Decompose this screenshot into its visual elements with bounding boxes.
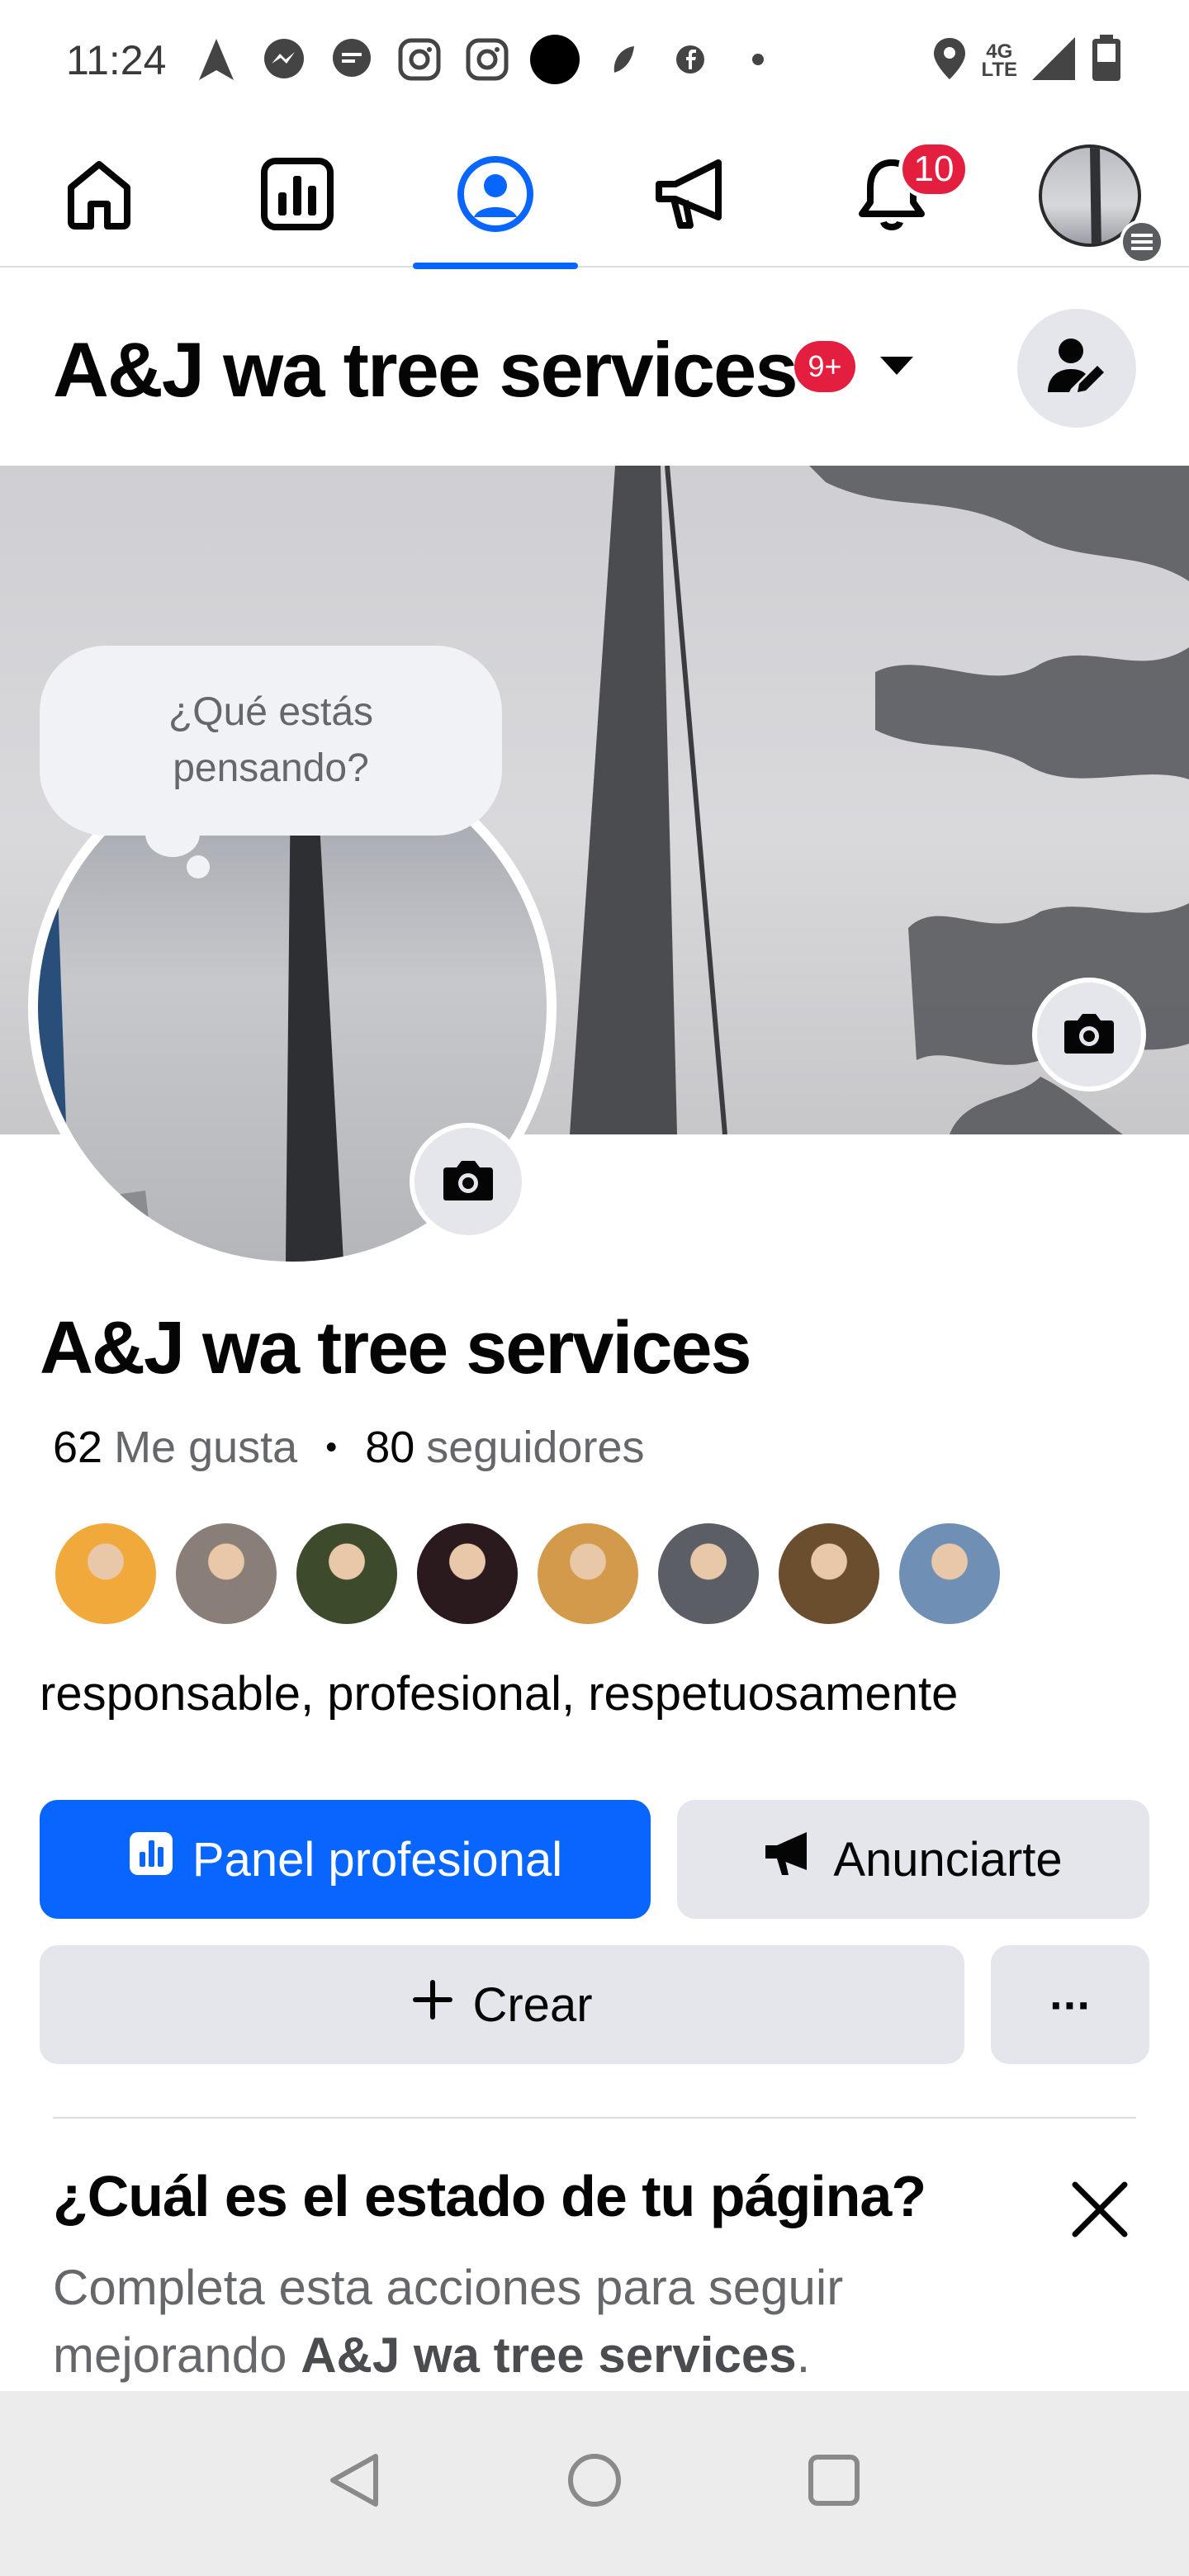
- page-switcher-title[interactable]: A&J wa tree services: [53, 325, 798, 414]
- page-name: A&J wa tree services: [40, 1307, 752, 1390]
- follower-avatar[interactable]: [173, 1521, 279, 1627]
- status-bar: 11:24 4G LTE: [0, 0, 1189, 124]
- professional-dashboard-label: Panel profesional: [192, 1832, 563, 1887]
- separator-dot: •: [325, 1428, 338, 1466]
- signal-icon: [1030, 36, 1077, 86]
- nav-advertise[interactable]: [611, 124, 776, 268]
- page-header: A&J wa tree services: [0, 269, 1189, 466]
- menu-icon: [1120, 220, 1164, 264]
- back-button[interactable]: [314, 2441, 396, 2523]
- leaf-icon: [598, 35, 647, 84]
- follower-avatar[interactable]: [656, 1521, 761, 1627]
- advertise-label: Anunciarte: [833, 1832, 1063, 1887]
- nav-home[interactable]: [17, 124, 182, 268]
- system-icons: 4G LTE: [931, 35, 1123, 87]
- recents-square-icon: [807, 2453, 861, 2512]
- follower-avatar[interactable]: [776, 1521, 882, 1627]
- back-triangle-icon: [326, 2451, 384, 2513]
- follower-avatar[interactable]: [897, 1521, 1002, 1627]
- camera-icon: [442, 1158, 495, 1206]
- black-dot-icon: [530, 35, 580, 84]
- professional-dashboard-button[interactable]: Panel profesional: [40, 1800, 651, 1919]
- recents-button[interactable]: [793, 2441, 875, 2523]
- more-icon: ···: [1049, 1978, 1092, 2031]
- network-type: 4G LTE: [981, 41, 1017, 81]
- small-dot-icon: [733, 35, 783, 84]
- instagram-icon: [395, 35, 444, 84]
- follower-avatars[interactable]: [53, 1521, 1002, 1627]
- advertise-button[interactable]: Anunciarte: [677, 1800, 1149, 1919]
- page-status-title: ¿Cuál es el estado de tu página?: [53, 2164, 926, 2228]
- camera-icon: [1063, 1011, 1116, 1059]
- likes-label: Me gusta: [114, 1423, 298, 1472]
- user-edit-icon: [1045, 334, 1109, 403]
- system-navigation-bar: [0, 2391, 1189, 2576]
- status-desc-suffix: .: [796, 2327, 811, 2383]
- page-bio: responsable, profesional, respetuosament…: [40, 1667, 959, 1721]
- edit-cover-button[interactable]: [1032, 978, 1146, 1091]
- followers-label: seguidores: [426, 1423, 645, 1472]
- home-circle-icon: [566, 2451, 623, 2513]
- status-desc-page-name: A&J wa tree services: [301, 2327, 797, 2383]
- chevron-down-icon[interactable]: [880, 357, 913, 375]
- whats-on-your-mind-bubble[interactable]: ¿Qué estás pensando?: [40, 646, 502, 836]
- nav-profile[interactable]: [413, 124, 578, 269]
- close-icon: [1070, 2180, 1130, 2243]
- notification-badge: 10: [898, 140, 969, 198]
- nav-notifications[interactable]: 10: [809, 124, 974, 268]
- create-button[interactable]: Crear: [40, 1945, 964, 2064]
- facebook-icon: [666, 35, 715, 84]
- instagram-icon: [462, 35, 512, 84]
- dashboard-icon: [128, 1830, 174, 1888]
- dashboard-icon: [258, 154, 337, 238]
- follower-avatar[interactable]: [535, 1521, 641, 1627]
- create-label: Crear: [472, 1977, 593, 2032]
- page-notification-badge: 9+: [794, 341, 855, 392]
- messenger-icon: [259, 35, 309, 84]
- battery-icon: [1090, 35, 1123, 87]
- page-stats[interactable]: 62 Me gusta • 80 seguidores: [53, 1422, 644, 1473]
- thought-dot: [145, 811, 200, 857]
- more-options-button[interactable]: ···: [991, 1945, 1149, 2064]
- notification-icons: [192, 35, 783, 84]
- navigation-arrow-icon: [192, 35, 241, 84]
- nav-account[interactable]: [1007, 124, 1172, 268]
- home-icon: [59, 154, 139, 238]
- megaphone-icon: [764, 1830, 815, 1888]
- edit-profile-photo-button[interactable]: [410, 1123, 527, 1240]
- followers-count: 80: [365, 1423, 415, 1472]
- close-button[interactable]: [1065, 2176, 1135, 2246]
- divider: [53, 2117, 1136, 2119]
- likes-count: 62: [53, 1423, 103, 1472]
- follower-avatar[interactable]: [53, 1521, 159, 1627]
- message-bubble-icon: [327, 35, 377, 84]
- megaphone-icon: [652, 154, 735, 238]
- profile-icon: [456, 154, 535, 238]
- location-pin-icon: [931, 36, 968, 85]
- plus-icon: [411, 1977, 454, 2033]
- thought-dot: [187, 855, 210, 878]
- follower-avatar[interactable]: [294, 1521, 400, 1627]
- page-status-description: Completa esta acciones para seguir mejor…: [53, 2254, 1027, 2389]
- status-time: 11:24: [66, 37, 167, 83]
- switch-profile-button[interactable]: [1017, 309, 1136, 428]
- follower-avatar[interactable]: [414, 1521, 520, 1627]
- nav-dashboard[interactable]: [215, 124, 380, 268]
- home-button[interactable]: [553, 2441, 636, 2523]
- top-navigation: 10: [0, 124, 1189, 269]
- network-type-bottom: LTE: [981, 58, 1017, 81]
